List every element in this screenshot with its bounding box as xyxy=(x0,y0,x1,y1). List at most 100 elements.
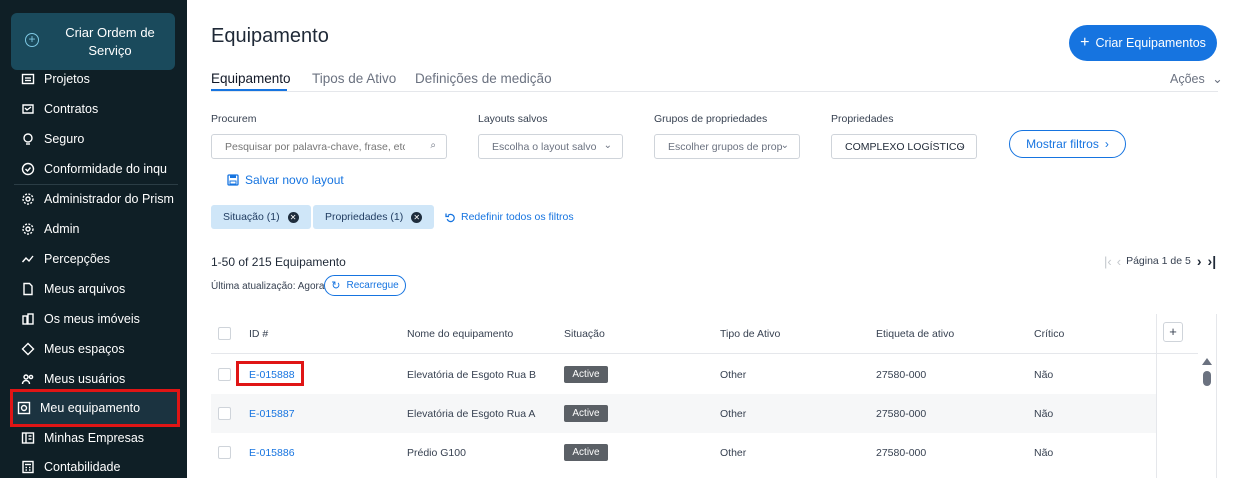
sidebar-item-my-spaces[interactable]: Meus espaços xyxy=(14,336,178,362)
sidebar-item-label: Administrador do Prism xyxy=(44,192,174,206)
chevron-down-icon: ⌄ xyxy=(780,140,789,151)
chevron-down-icon: ⌄ xyxy=(1212,72,1223,86)
save-layout-button[interactable]: Salvar novo layout xyxy=(227,173,344,187)
status-badge: Active xyxy=(564,405,608,422)
calculator-icon xyxy=(20,459,36,475)
column-header-asset-tag[interactable]: Etiqueta de ativo xyxy=(876,328,954,340)
asset-tag: 27580-000 xyxy=(876,369,927,381)
save-layout-label: Salvar novo layout xyxy=(245,173,344,187)
sidebar-item-my-files[interactable]: Meus arquivos xyxy=(14,276,178,302)
first-page-icon[interactable]: |‹ xyxy=(1104,254,1112,269)
saved-layouts-value: Escolha o layout salvo xyxy=(492,140,597,153)
equipment-name: Elevatória de Esgoto Rua B xyxy=(407,369,536,381)
refresh-icon: ↻ xyxy=(331,280,341,292)
sidebar-item-label: Meu equipamento xyxy=(40,401,141,415)
properties-label: Propriedades xyxy=(831,113,894,125)
column-header-status[interactable]: Situação xyxy=(564,328,605,340)
sidebar-item-prism-admin[interactable]: Administrador do Prism xyxy=(14,186,178,212)
actions-menu[interactable]: Ações ⌄ xyxy=(1170,71,1223,86)
equipment-id-link[interactable]: E-015887 xyxy=(249,408,295,420)
gear-icon xyxy=(20,191,36,207)
row-checkbox[interactable] xyxy=(218,368,231,381)
asset-type: Other xyxy=(720,408,747,420)
close-icon[interactable]: ✕ xyxy=(287,211,299,223)
equipment-name: Elevatória de Esgoto Rua A xyxy=(407,408,536,420)
buildings-icon xyxy=(20,311,36,327)
create-work-order-button[interactable]: + Criar Ordem de Serviço xyxy=(11,13,175,70)
critical-value: Não xyxy=(1034,447,1054,459)
chevron-down-icon: ⌄ xyxy=(957,140,966,151)
critical-value: Não xyxy=(1034,369,1054,381)
sidebar-item-contracts[interactable]: Contratos xyxy=(14,96,178,122)
table-row[interactable]: E-015886 Prédio G100 Active Other 27580-… xyxy=(211,433,1156,472)
close-icon[interactable]: ✕ xyxy=(411,211,423,223)
last-updated: Última atualização: Agora xyxy=(211,281,325,292)
search-input[interactable] xyxy=(225,140,405,153)
property-groups-select[interactable]: Escolher grupos de prop ⌄ xyxy=(654,134,800,159)
save-icon xyxy=(227,174,239,186)
property-groups-value: Escolher grupos de prop xyxy=(668,140,783,153)
sidebar-item-compliance[interactable]: Conformidade do inqu xyxy=(14,156,178,182)
critical-value: Não xyxy=(1034,408,1054,420)
search-field[interactable]: ⌕ xyxy=(211,134,447,159)
sidebar-item-my-equipment[interactable]: Meu equipamento xyxy=(10,389,180,427)
table-row[interactable]: E-015888 Elevatória de Esgoto Rua B Acti… xyxy=(211,355,1156,394)
company-icon xyxy=(20,430,36,446)
properties-select[interactable]: COMPLEXO LOGÍSTICO ⌄ xyxy=(831,134,977,159)
properties-value: COMPLEXO LOGÍSTICO xyxy=(845,140,965,153)
filter-chip-status[interactable]: Situação (1) ✕ xyxy=(211,205,311,229)
sidebar-item-label: Minhas Empresas xyxy=(44,431,145,445)
next-page-icon[interactable]: › xyxy=(1197,253,1202,269)
saved-layouts-select[interactable]: Escolha o layout salvo ⌄ xyxy=(478,134,623,159)
users-icon xyxy=(20,371,36,387)
row-checkbox[interactable] xyxy=(218,446,231,459)
sidebar-divider xyxy=(14,184,178,185)
select-all-checkbox[interactable] xyxy=(218,327,231,340)
sidebar-item-my-companies[interactable]: Minhas Empresas xyxy=(14,425,178,451)
add-column-button[interactable]: + xyxy=(1163,322,1183,342)
search-label: Procurem xyxy=(211,113,257,125)
column-header-name[interactable]: Nome do equipamento xyxy=(407,328,513,340)
sidebar-item-label: Contratos xyxy=(44,102,99,116)
show-filters-button[interactable]: Mostrar filtros › xyxy=(1009,130,1126,158)
asset-type: Other xyxy=(720,369,747,381)
equipment-id-link[interactable]: E-015886 xyxy=(249,447,295,459)
column-header-asset-type[interactable]: Tipo de Ativo xyxy=(720,328,780,340)
sidebar-item-label: Meus usuários xyxy=(44,372,126,386)
actions-label: Ações xyxy=(1170,72,1205,86)
column-header-critical[interactable]: Crítico xyxy=(1034,328,1064,340)
sidebar-item-insurance[interactable]: Seguro xyxy=(14,126,178,152)
scrollbar-thumb[interactable] xyxy=(1203,371,1211,386)
highlight-box xyxy=(236,361,304,386)
equipment-name: Prédio G100 xyxy=(407,447,466,459)
sidebar-item-projects[interactable]: Projetos xyxy=(14,66,178,92)
create-equipment-button[interactable]: + Criar Equipamentos xyxy=(1069,25,1217,61)
sidebar-item-accounting[interactable]: Contabilidade xyxy=(14,454,178,478)
sidebar-item-my-properties[interactable]: Os meus imóveis xyxy=(14,306,178,332)
sidebar-item-admin[interactable]: Admin xyxy=(14,216,178,242)
create-equipment-label: Criar Equipamentos xyxy=(1095,36,1206,50)
plus-circle-icon: + xyxy=(25,33,39,47)
reload-label: Recarregue xyxy=(346,280,399,291)
last-page-icon[interactable]: ›| xyxy=(1208,253,1217,269)
plus-icon: + xyxy=(1080,34,1090,51)
asset-type: Other xyxy=(720,447,747,459)
table-right-border xyxy=(1216,314,1217,478)
row-checkbox[interactable] xyxy=(218,407,231,420)
contracts-icon xyxy=(20,101,36,117)
tab-asset-types[interactable]: Tipos de Ativo xyxy=(312,71,396,86)
prev-page-icon[interactable]: ‹ xyxy=(1117,254,1121,269)
insurance-icon xyxy=(20,131,36,147)
scroll-up-arrow[interactable] xyxy=(1202,358,1212,365)
filter-chip-properties[interactable]: Propriedades (1) ✕ xyxy=(313,205,435,229)
tab-equipment[interactable]: Equipamento xyxy=(211,71,291,86)
file-icon xyxy=(20,281,36,297)
sidebar-item-insights[interactable]: Percepções xyxy=(14,246,178,272)
tab-measurement-definitions[interactable]: Definições de medição xyxy=(415,71,552,86)
reload-button[interactable]: ↻ Recarregue xyxy=(324,275,406,296)
sidebar-item-label: Admin xyxy=(44,222,80,236)
reset-filters-button[interactable]: Redefinir todos os filtros xyxy=(445,211,574,223)
table-row[interactable]: E-015887 Elevatória de Esgoto Rua A Acti… xyxy=(211,394,1156,433)
column-header-id[interactable]: ID # xyxy=(249,328,268,340)
table-column-divider xyxy=(1156,314,1157,478)
